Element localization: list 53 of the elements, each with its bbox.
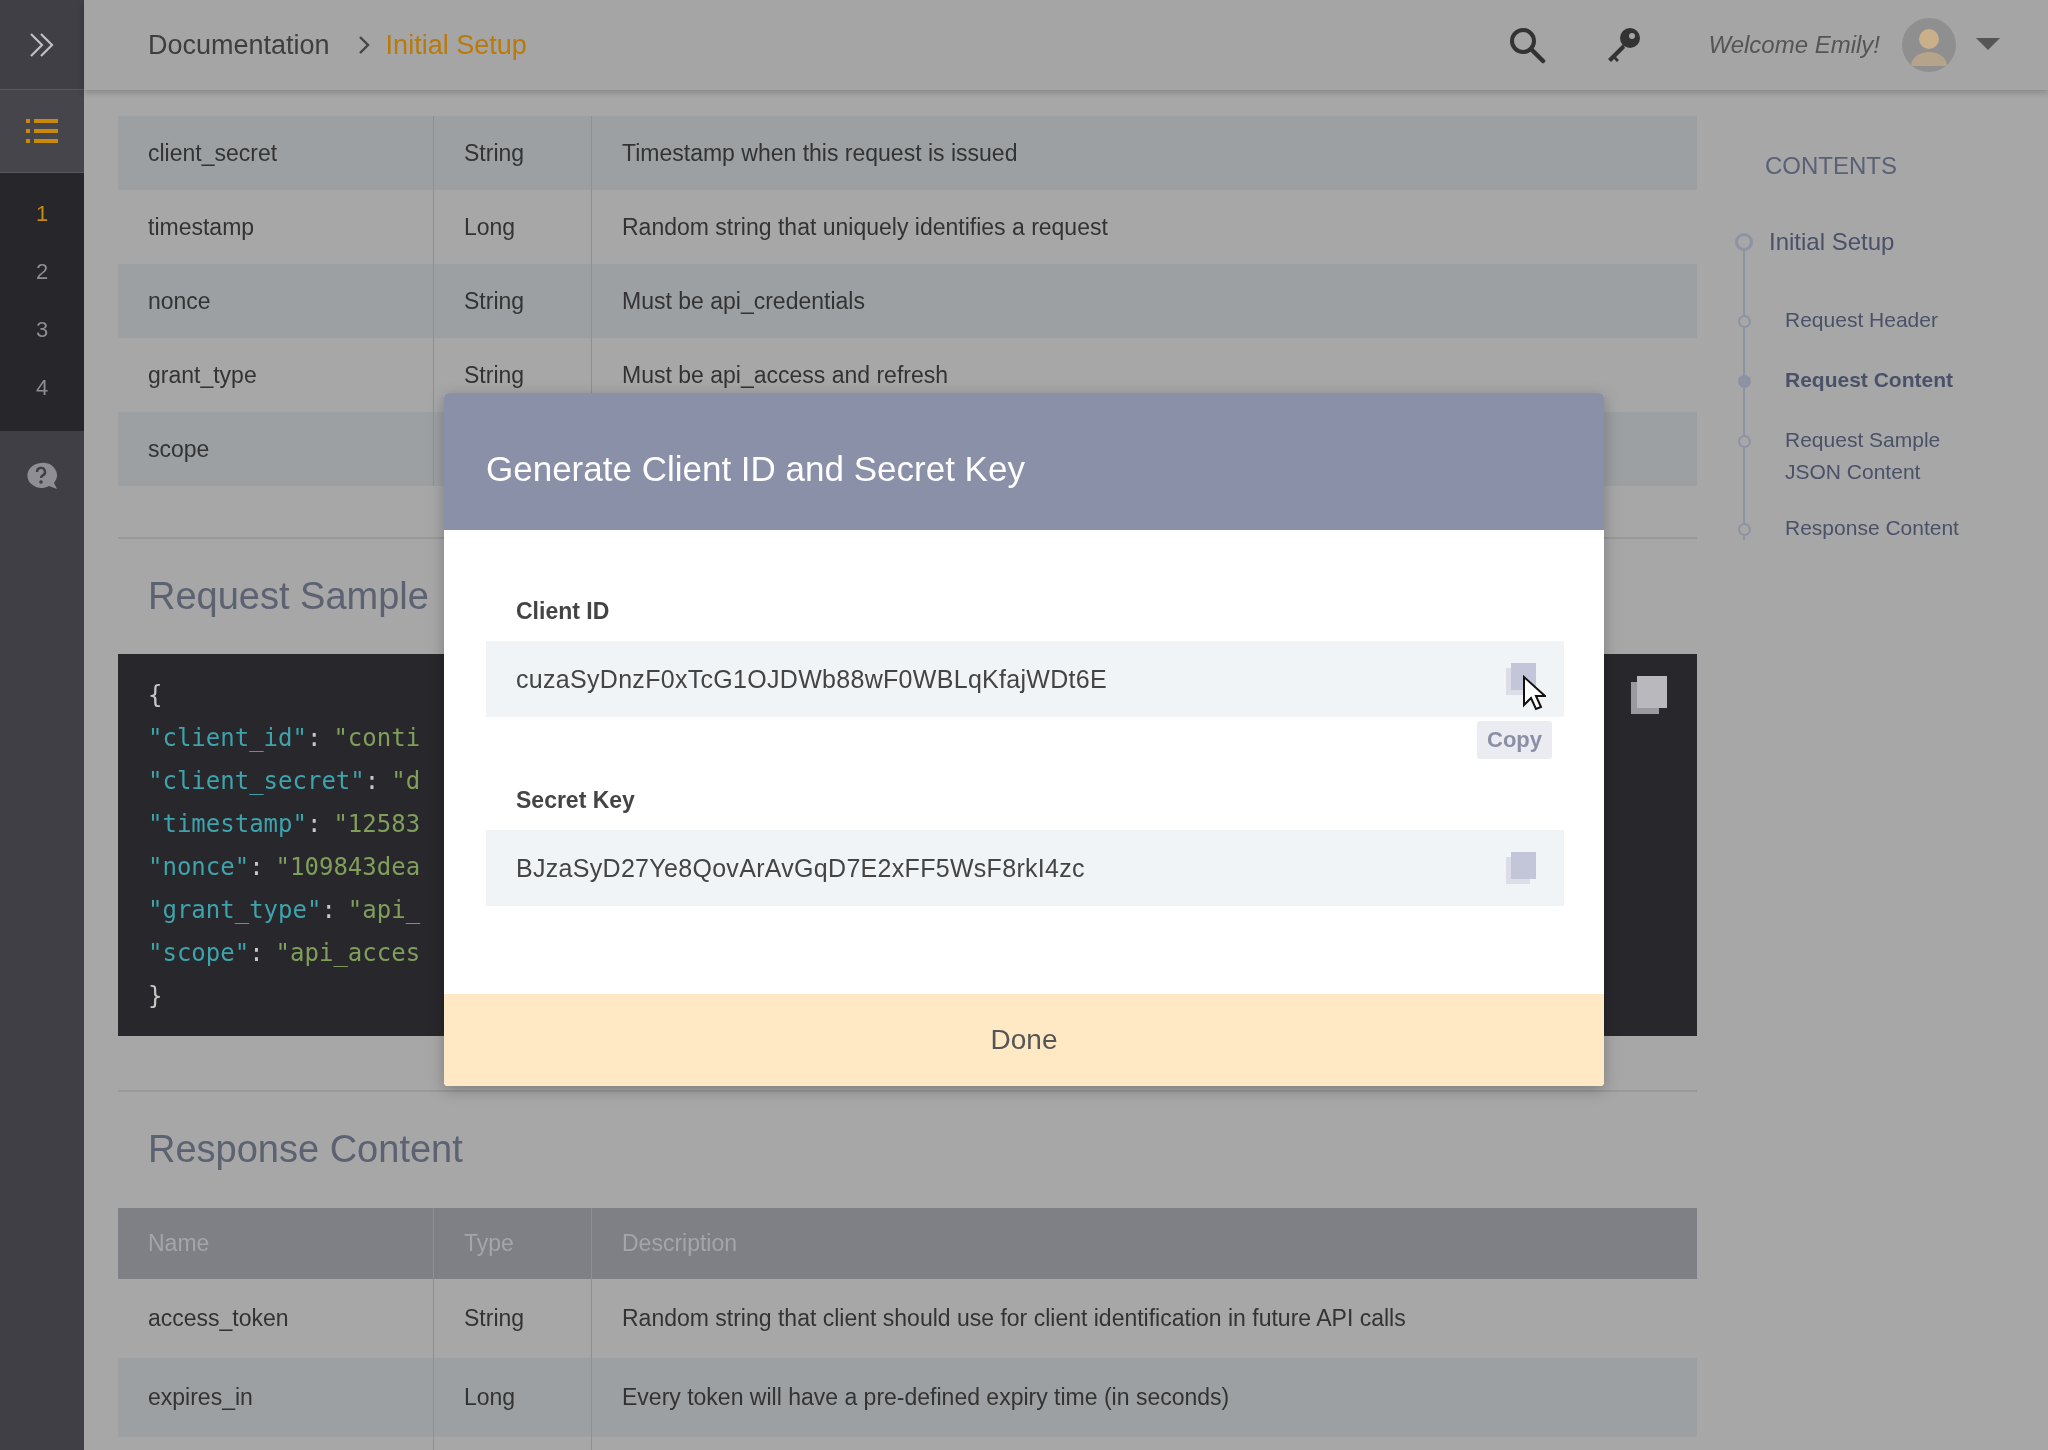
section-heading: Request Sample [147,574,429,619]
tooltip: Copy [1477,721,1552,759]
table-cell: Timestamp when this request is issued [622,139,1018,167]
contents-link[interactable]: Request Header [1785,304,1985,336]
table-cell: Random string that client should use for client identification in future API calls [622,1305,1406,1332]
done-button[interactable]: Done [444,994,1604,1086]
code-line: "nonce": "109843dea [148,852,421,883]
contents-link[interactable]: Request Sample JSON Content [1785,424,1985,488]
caret-icon[interactable] [1976,38,2000,52]
table-cell: Random string that uniquely identifies a request [622,213,1108,241]
field-label: Secret Key [516,787,635,814]
field-label: Client ID [516,598,610,625]
sidebar-item[interactable]: 2 [0,243,84,301]
sidebar-item[interactable]: 3 [0,301,84,359]
table-cell: Long [464,1384,516,1411]
list-icon[interactable] [26,118,58,144]
table-cell: scope [118,412,434,486]
table-cell: String [464,287,525,315]
table-cell: String [464,1305,525,1332]
sidebar-item[interactable]: 4 [0,359,84,417]
code-line: "scope": "api_acces [148,938,421,969]
table-cell: String [464,139,525,167]
code-line: "grant_type": "api_ [148,895,421,926]
code-line: "timestamp": "12583 [148,809,421,840]
code-line: { [148,680,163,711]
code-line: "client_secret": "d [148,766,421,797]
table-cell: Must be api_credentials [622,287,865,315]
table-cell: expires_in [118,1358,434,1437]
copy-icon[interactable] [1631,676,1667,714]
welcome-text: Welcome Emily! [1708,31,1880,59]
mouse-pointer-icon [1522,675,1546,711]
table-cell: client_secret [118,116,434,190]
contents-title: CONTENTS [1765,152,1898,180]
breadcrumb-current: Initial Setup [385,29,527,61]
sidebar-item[interactable]: 1 [0,185,84,243]
search-icon[interactable] [1508,26,1547,64]
table-cell: Every token will have a pre-defined expiry time (in seconds) [622,1384,1230,1411]
code-line: "client_id": "conti [148,723,421,754]
table-cell: nonce [118,264,434,338]
contents-link[interactable]: Response Content [1785,512,1985,544]
help-icon[interactable] [25,461,59,491]
table-cell: String [464,361,525,389]
chevron-right-icon [357,35,370,55]
breadcrumb-link[interactable]: Documentation [148,29,330,61]
code-line: } [148,981,163,1012]
input-field[interactable]: BJzaSyD27Ye8QovArAvGqD7E2xFF5WsF8rkI4zc [486,830,1564,906]
contents-link[interactable]: Request Content [1785,364,1985,396]
section-heading: Response Content [147,1127,463,1172]
modal-title: Generate Client ID and Secret Key [486,448,1025,489]
table-cell: Long [464,213,516,241]
expand-icon[interactable] [28,31,56,58]
table-cell: Must be api_access and refresh [622,361,948,389]
contents-link[interactable]: Initial Setup [1769,228,1895,256]
